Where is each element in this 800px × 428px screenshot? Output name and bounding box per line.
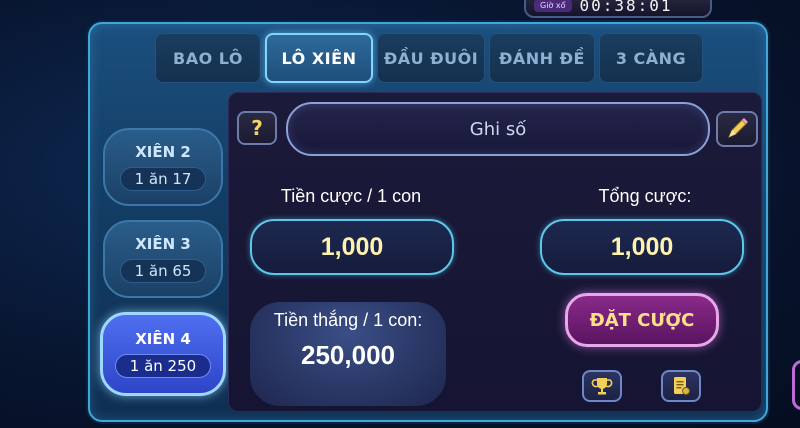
side-item-odds: 1 ăn 65	[119, 259, 207, 283]
trophy-icon	[591, 378, 613, 395]
win-label: Tiền thắng / 1 con:	[273, 310, 423, 330]
tab-bao-lo[interactable]: BAO LÔ	[155, 33, 261, 83]
side-item-name: XIÊN 3	[135, 235, 191, 253]
timer-label: Giờ xổ	[534, 0, 572, 12]
side-decoration	[792, 360, 800, 410]
document-icon	[674, 377, 690, 395]
bet-per-field[interactable]: 1,000	[250, 219, 454, 275]
side-item-xien-2[interactable]: XIÊN 2 1 ăn 17	[103, 128, 223, 206]
tab-lo-xien[interactable]: LÔ XIÊN	[265, 33, 373, 83]
number-input-placeholder: Ghi số	[469, 118, 527, 140]
win-value: 250,000	[301, 340, 395, 370]
number-input[interactable]: Ghi số	[286, 102, 710, 156]
side-item-odds: 1 ăn 250	[114, 354, 212, 378]
side-item-odds: 1 ăn 17	[119, 167, 207, 191]
side-item-name: XIÊN 2	[135, 143, 191, 161]
side-item-xien-4[interactable]: XIÊN 4 1 ăn 250	[100, 312, 226, 396]
side-item-name: XIÊN 4	[135, 330, 191, 348]
total-label: Tổng cược:	[598, 186, 692, 206]
timer-value: 00:38:01	[579, 0, 673, 15]
tab-danh-de[interactable]: ĐÁNH ĐỀ	[489, 33, 595, 83]
side-item-xien-3[interactable]: XIÊN 3 1 ăn 65	[103, 220, 223, 298]
bet-per-label: Tiền cược / 1 con	[280, 186, 422, 206]
total-field: 1,000	[540, 219, 744, 275]
help-button[interactable]: ?	[237, 111, 277, 145]
ranking-button[interactable]	[582, 370, 622, 402]
place-bet-button[interactable]: ĐẶT CƯỢC	[565, 293, 719, 347]
pencil-icon	[728, 118, 748, 138]
bet-type-tabs: BAO LÔ LÔ XIÊN ĐẦU ĐUÔI ĐÁNH ĐỀ 3 CÀNG	[155, 33, 703, 83]
tab-3-cang[interactable]: 3 CÀNG	[599, 33, 703, 83]
edit-button[interactable]	[716, 111, 758, 147]
question-icon: ?	[251, 116, 263, 140]
history-button[interactable]	[661, 370, 701, 402]
draw-timer: Giờ xổ 00:38:01	[524, 0, 712, 18]
tab-dau-duoi[interactable]: ĐẦU ĐUÔI	[377, 33, 485, 83]
